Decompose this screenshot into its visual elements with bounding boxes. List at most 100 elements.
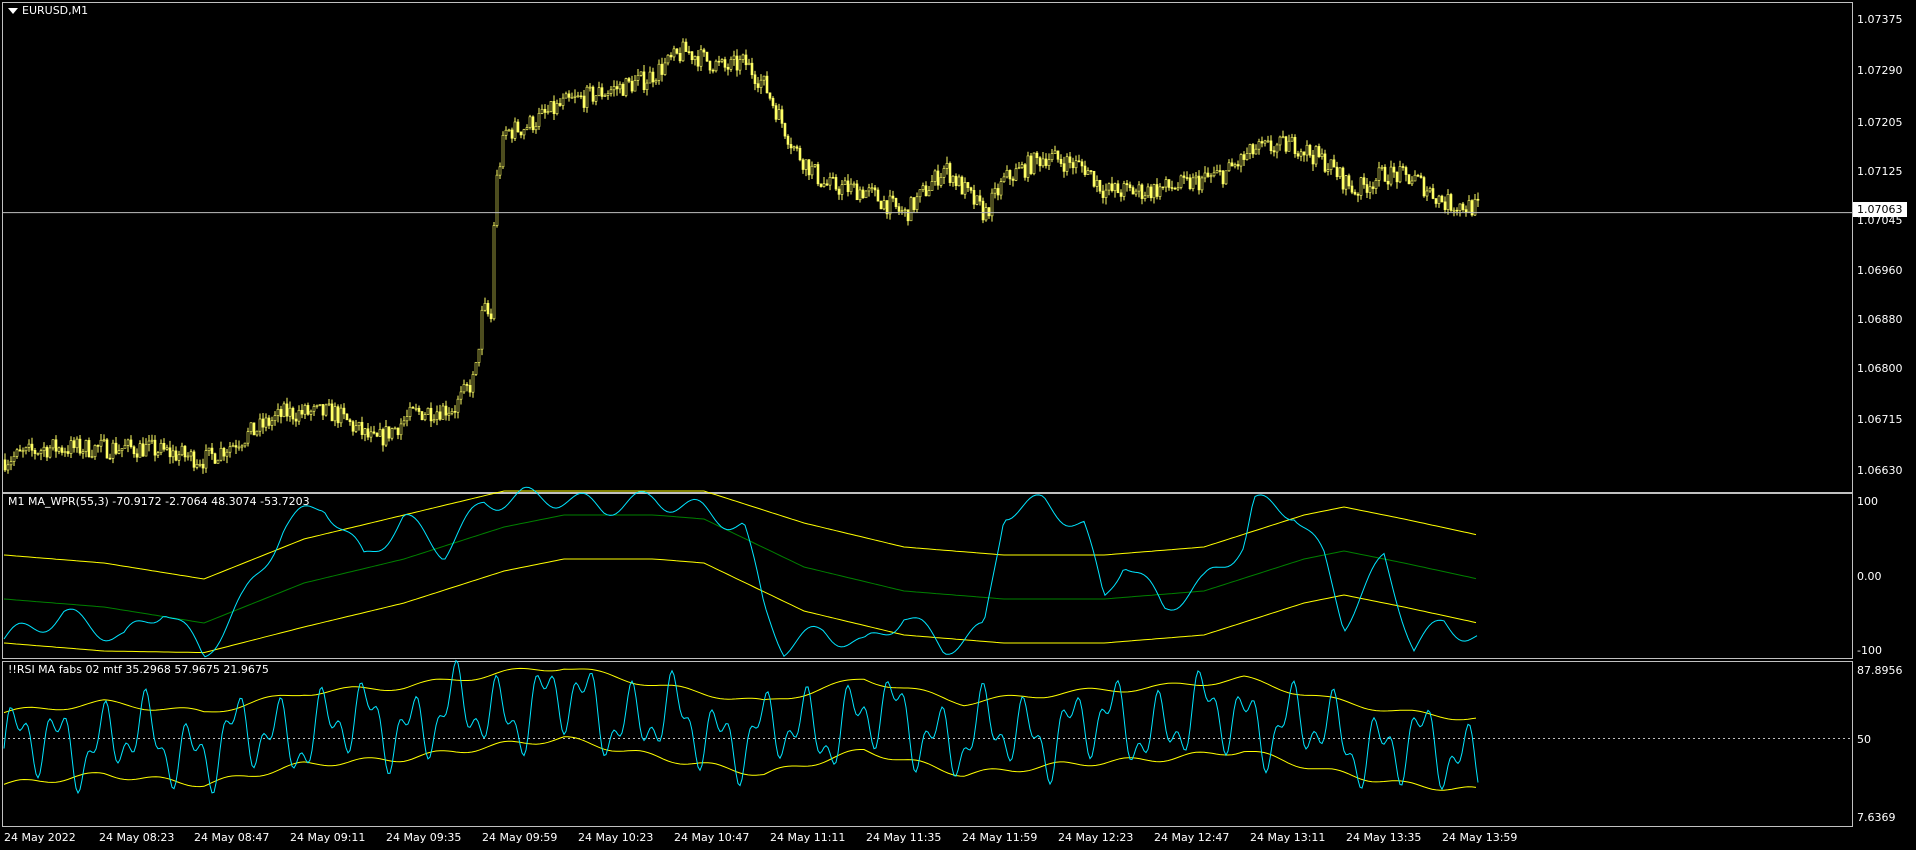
candle-body xyxy=(615,86,619,90)
price-axis-label: 1.06630 xyxy=(1857,464,1903,477)
candle-body xyxy=(1134,190,1138,195)
candle-body xyxy=(27,443,31,448)
candle-body xyxy=(891,195,895,199)
candle-body xyxy=(1476,198,1480,201)
candle-body xyxy=(1059,158,1063,164)
candle-body xyxy=(621,83,625,96)
candle-body xyxy=(837,188,841,195)
candle-body xyxy=(243,442,247,447)
candle-body xyxy=(567,93,571,98)
candle-body xyxy=(1023,164,1027,178)
candle-body xyxy=(96,445,100,447)
candle-body xyxy=(1026,155,1030,178)
candle-body xyxy=(537,113,541,127)
candle-body xyxy=(1254,148,1258,155)
candle-body xyxy=(480,309,484,350)
candle-body xyxy=(1386,181,1390,185)
candle-body xyxy=(333,406,337,422)
candle-body xyxy=(408,406,412,417)
candle-body xyxy=(48,447,52,458)
candle-body xyxy=(1401,166,1405,168)
candle-body xyxy=(1176,187,1180,190)
candle-body xyxy=(582,95,586,108)
time-axis-label: 24 May 12:23 xyxy=(1058,831,1134,844)
candle-body xyxy=(825,183,829,186)
time-axis-label: 24 May 09:11 xyxy=(290,831,366,844)
candle-body xyxy=(576,95,580,98)
candle-body xyxy=(870,187,874,190)
candle-body xyxy=(1440,195,1444,203)
candle-body xyxy=(1428,188,1432,192)
candle-body xyxy=(378,429,382,437)
candle-body xyxy=(645,82,649,90)
candle-body xyxy=(312,406,316,412)
candle-body xyxy=(429,407,433,422)
candle-body xyxy=(414,407,418,410)
price-axis-label: 1.07205 xyxy=(1857,116,1903,129)
candle-body xyxy=(723,59,727,68)
candle-body xyxy=(84,440,88,452)
candle-body xyxy=(1299,151,1303,157)
candle-body xyxy=(579,95,583,98)
candle-body xyxy=(1446,194,1450,210)
candle-body xyxy=(291,407,295,420)
candle-body xyxy=(1335,166,1339,178)
candle-body xyxy=(762,75,766,81)
candle-body xyxy=(33,450,37,454)
candle-body xyxy=(1455,209,1459,212)
time-axis-label: 24 May 2022 xyxy=(4,831,76,844)
candle-body xyxy=(627,78,631,82)
candle-body xyxy=(639,71,643,76)
candle-body xyxy=(690,51,694,61)
candle-body xyxy=(1188,177,1192,190)
candle-body xyxy=(249,422,253,432)
candle-body xyxy=(687,51,691,53)
candle-body xyxy=(363,428,367,435)
candle-body xyxy=(63,451,67,453)
candle-body xyxy=(405,416,409,422)
candle-body xyxy=(1395,171,1399,183)
candle-body xyxy=(1422,177,1426,197)
candle-body xyxy=(930,181,934,191)
candle-body xyxy=(918,189,922,198)
candle-body xyxy=(396,427,400,436)
candle-body xyxy=(342,407,346,415)
candle-body xyxy=(1302,151,1306,156)
candle-body xyxy=(660,63,664,75)
candle-body xyxy=(105,439,109,459)
candle-body xyxy=(858,189,862,201)
candle-body xyxy=(705,51,709,62)
candle-body xyxy=(441,405,445,420)
candle-body xyxy=(1398,166,1402,183)
rsi-lower-band xyxy=(3,736,1477,791)
candle-body xyxy=(300,409,304,415)
candle-body xyxy=(1056,150,1060,160)
candle-body xyxy=(957,176,961,187)
candle-body xyxy=(675,48,679,54)
candle-body xyxy=(1152,184,1156,199)
candle-body xyxy=(1404,167,1408,175)
candle-body xyxy=(321,404,325,416)
time-axis-label: 24 May 13:59 xyxy=(1442,831,1518,844)
candle-body xyxy=(1161,186,1165,189)
candle-body xyxy=(81,451,85,454)
candle-body xyxy=(186,455,190,458)
wpr-upper-band xyxy=(3,490,1477,580)
price-axis-label: 1.07125 xyxy=(1857,165,1903,178)
candle-body xyxy=(1185,177,1189,179)
candle-body xyxy=(288,407,292,417)
candle-body xyxy=(954,175,958,187)
candle-body xyxy=(969,187,973,191)
candle-body xyxy=(1419,175,1423,178)
candle-body xyxy=(435,411,439,420)
candle-body xyxy=(753,74,757,84)
candle-body xyxy=(807,159,811,176)
candle-body xyxy=(570,97,574,99)
candle-body xyxy=(1011,178,1015,181)
candle-body xyxy=(699,49,703,67)
candle-body xyxy=(546,111,550,113)
candle-body xyxy=(1164,179,1168,188)
candle-body xyxy=(1104,189,1108,198)
candle-body xyxy=(210,447,214,454)
candle-body xyxy=(39,450,43,454)
